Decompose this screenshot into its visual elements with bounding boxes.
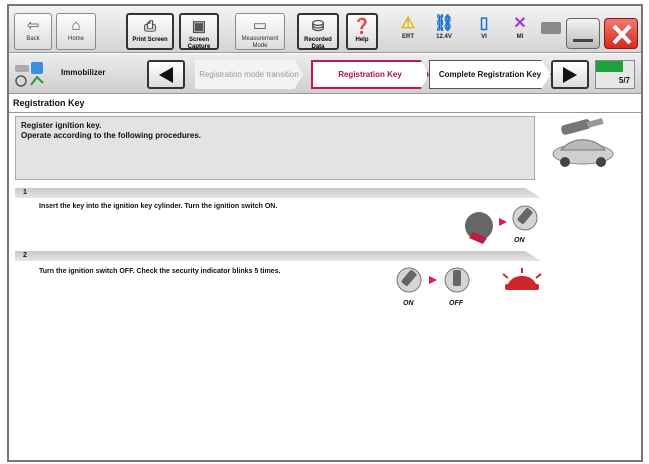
off-label: OFF bbox=[449, 300, 463, 307]
security-indicator-icon bbox=[502, 268, 542, 290]
recorded-data-button[interactable]: ⛁ Recorded Data bbox=[297, 13, 339, 50]
ert-status[interactable]: ⚠ ERT bbox=[395, 14, 421, 40]
progress-text: 5/7 bbox=[618, 76, 630, 85]
mi-x-icon: ✕ bbox=[513, 15, 527, 32]
previous-step-button[interactable] bbox=[147, 60, 185, 89]
progress-fill bbox=[596, 61, 624, 72]
close-icon bbox=[612, 24, 632, 45]
home-button[interactable]: ⌂ Home bbox=[56, 13, 96, 50]
step-2-text: Turn the ignition switch OFF. Check the … bbox=[39, 268, 281, 275]
app-window: ⇦ Back ⌂ Home ⎙ Print Screen ▣ Screen Ca… bbox=[7, 4, 643, 462]
close-button[interactable] bbox=[604, 18, 638, 49]
step-1-header: 1 bbox=[15, 188, 541, 198]
camera-icon: ▣ bbox=[191, 18, 207, 35]
screen-capture-button[interactable]: ▣ Screen Capture bbox=[179, 13, 219, 50]
measurement-mode-button[interactable]: ▭ Measurement Mode bbox=[235, 13, 285, 50]
recorded-data-icon: ⛁ bbox=[311, 18, 325, 35]
step-2-header: 2 bbox=[15, 251, 541, 261]
step-number: 2 bbox=[23, 252, 27, 259]
instruction-panel: Register ignition key. Operate according… bbox=[15, 116, 535, 180]
car-key-icon bbox=[552, 118, 614, 167]
toolbar: ⇦ Back ⌂ Home ⎙ Print Screen ▣ Screen Ca… bbox=[9, 6, 641, 53]
signal-icon: ▯ bbox=[479, 15, 489, 32]
back-button[interactable]: ⇦ Back bbox=[14, 13, 52, 50]
on-label: ON bbox=[403, 300, 414, 307]
step-registration-mode-transition: Registration mode transition bbox=[195, 60, 303, 89]
page-title: Registration Key bbox=[13, 98, 85, 108]
next-step-button[interactable] bbox=[551, 60, 589, 89]
minimize-icon bbox=[573, 39, 593, 42]
mi-status: ✕ MI bbox=[507, 14, 533, 40]
divider bbox=[9, 112, 641, 113]
immobilizer-key-icon bbox=[15, 62, 44, 87]
help-button[interactable]: ❓ Help bbox=[346, 13, 378, 50]
battery-voltage-status: ⛓ 12.4V bbox=[429, 14, 459, 40]
triangle-right-icon bbox=[563, 67, 577, 83]
measurement-icon: ▭ bbox=[252, 17, 268, 34]
step-complete-registration-key: Complete Registration Key bbox=[429, 60, 551, 89]
back-arrow-icon: ⇦ bbox=[26, 17, 40, 34]
car-battery-icon: ⛓ bbox=[433, 15, 455, 32]
on-label: ON bbox=[514, 237, 525, 244]
print-screen-button[interactable]: ⎙ Print Screen bbox=[126, 13, 174, 50]
step-1-text: Insert the key into the ignition key cyl… bbox=[39, 203, 278, 210]
help-icon: ❓ bbox=[352, 18, 372, 35]
step-progress: 5/7 bbox=[595, 60, 635, 89]
triangle-left-icon bbox=[159, 67, 173, 83]
step-number: 1 bbox=[23, 189, 27, 196]
instruction-line: Register ignition key. bbox=[21, 121, 102, 130]
breadcrumb: Immobilizer Registration mode transition… bbox=[9, 54, 641, 94]
ignition-on-off-icon bbox=[396, 267, 470, 293]
print-icon: ⎙ bbox=[143, 18, 156, 35]
breadcrumb-label: Immobilizer bbox=[61, 68, 106, 77]
minimize-button[interactable] bbox=[566, 18, 600, 49]
home-icon: ⌂ bbox=[71, 17, 81, 34]
warning-icon: ⚠ bbox=[400, 15, 416, 32]
instruction-line: Operate according to the following proce… bbox=[21, 131, 202, 140]
key-insert-icon bbox=[465, 205, 538, 244]
step-registration-key: Registration Key bbox=[311, 60, 429, 89]
battery-indicator-icon bbox=[541, 22, 561, 34]
vi-status: ▯ VI bbox=[471, 14, 497, 40]
